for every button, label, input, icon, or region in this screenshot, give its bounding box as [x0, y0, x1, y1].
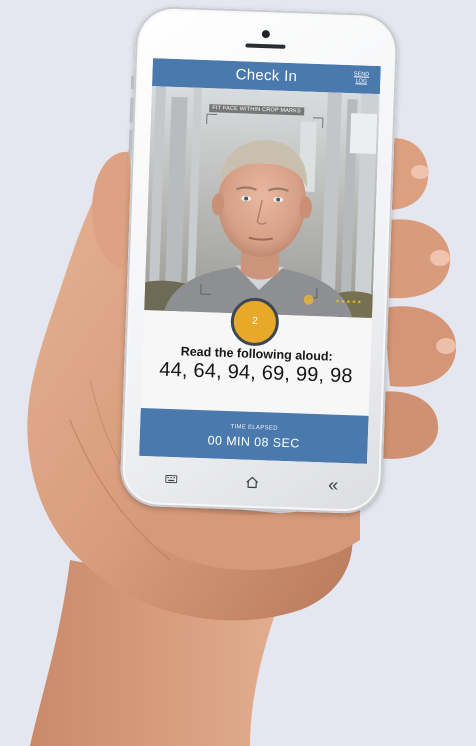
camera-feed-image [144, 86, 380, 318]
home-button[interactable] [237, 467, 268, 496]
volume-down-button [128, 129, 133, 156]
countdown-counter: 2 [230, 297, 280, 347]
front-camera [261, 29, 271, 39]
photo-scene: Check In SEND LOG FIT FACE WITHIN CROP M… [0, 0, 476, 746]
volume-button [130, 75, 135, 90]
time-elapsed-value: 00 MIN 08 SEC [207, 433, 300, 451]
signal-stars-icon: ★★★★★ [335, 298, 363, 306]
smartphone: Check In SEND LOG FIT FACE WITHIN CROP M… [119, 5, 399, 515]
time-elapsed-bar: TIME ELAPSED 00 MIN 08 SEC [139, 407, 369, 464]
soft-navigation-bar: « [138, 464, 367, 500]
keyboard-button[interactable] [156, 465, 187, 494]
app-screen: Check In SEND LOG FIT FACE WITHIN CROP M… [139, 58, 381, 464]
camera-preview: FIT FACE WITHIN CROP MARKS ★★★★★ [144, 86, 380, 318]
back-button[interactable]: « [318, 470, 349, 499]
volume-up-button [129, 97, 134, 124]
send-log-line2: LOG [355, 78, 368, 85]
back-icon: « [327, 474, 339, 495]
home-icon [246, 476, 259, 488]
earpiece-speaker [245, 43, 286, 49]
send-log-link[interactable]: SEND LOG [350, 71, 372, 86]
keyboard-icon [165, 474, 178, 484]
